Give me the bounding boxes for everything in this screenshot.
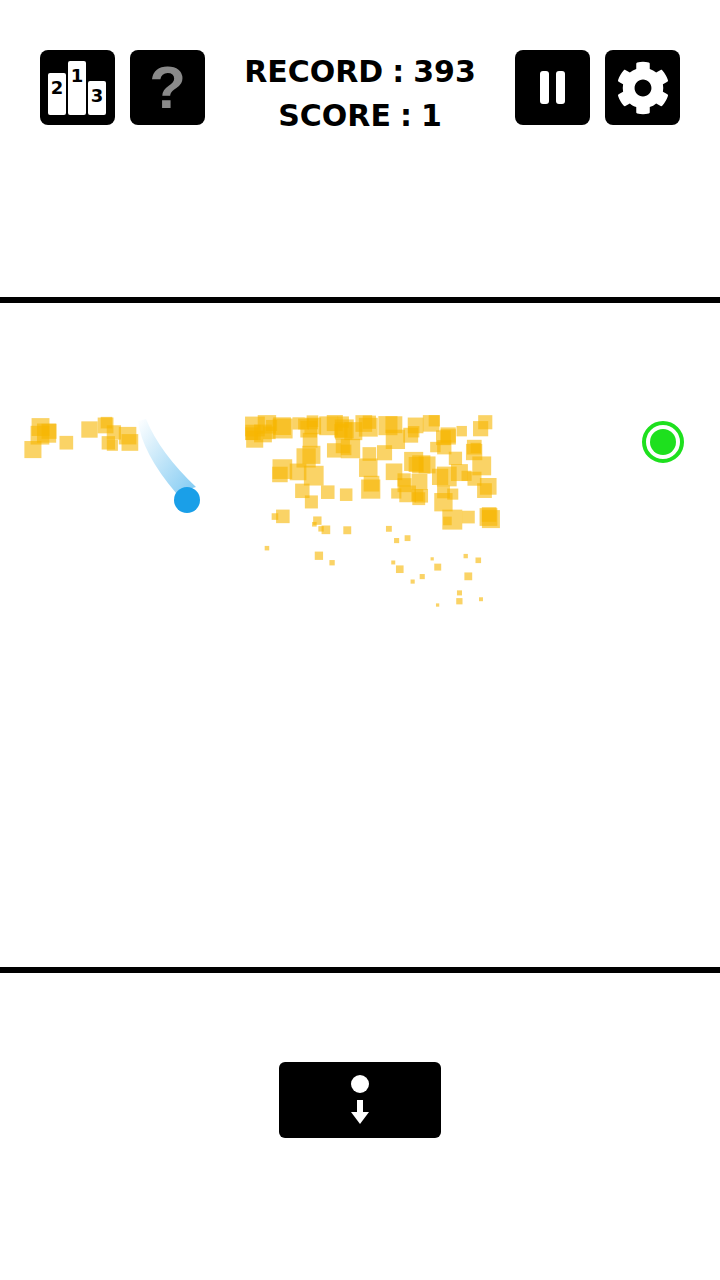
- stat-value: 1: [421, 94, 442, 138]
- ball-trail: [138, 419, 196, 493]
- pause-icon: [515, 50, 590, 125]
- svg-text:3: 3: [91, 85, 104, 106]
- particle: [396, 565, 404, 573]
- particle: [466, 444, 482, 460]
- particle: [340, 488, 353, 501]
- particle: [441, 427, 456, 442]
- stat-line: RECORD:393: [244, 50, 476, 94]
- particle: [305, 495, 318, 508]
- particle: [475, 557, 481, 563]
- game-screen: 213?RECORD:393SCORE:1: [0, 0, 720, 1280]
- particles: [24, 415, 500, 607]
- left-buttons: 213?: [40, 50, 205, 125]
- particle: [412, 492, 425, 505]
- stat-label: SCORE: [278, 94, 391, 138]
- particle: [480, 478, 497, 495]
- leaderboard-button[interactable]: 213: [40, 50, 115, 125]
- particle: [307, 418, 318, 429]
- stat-label: RECORD: [244, 50, 383, 94]
- particle: [81, 421, 97, 437]
- particle: [276, 510, 290, 524]
- particle: [327, 443, 341, 457]
- particle: [391, 560, 395, 564]
- particle: [329, 560, 334, 565]
- ball: [174, 487, 200, 513]
- stat-separator: :: [400, 94, 412, 138]
- particle: [312, 522, 317, 527]
- particle: [434, 564, 441, 571]
- particle: [322, 525, 331, 534]
- svg-text:2: 2: [51, 77, 64, 98]
- particle: [101, 417, 113, 429]
- help-button[interactable]: ?: [130, 50, 205, 125]
- particle: [258, 415, 276, 433]
- drop-ball-icon: [340, 1068, 380, 1132]
- particle: [386, 463, 403, 480]
- target: [644, 423, 682, 461]
- pause-button[interactable]: [515, 50, 590, 125]
- particle: [456, 426, 466, 436]
- particle: [362, 447, 376, 461]
- particle: [265, 546, 270, 551]
- particle: [436, 603, 439, 606]
- particle: [420, 574, 425, 579]
- svg-text:1: 1: [71, 65, 84, 86]
- particle: [479, 597, 483, 601]
- stat-separator: :: [392, 50, 404, 94]
- particle: [335, 422, 352, 439]
- controls: [0, 973, 720, 1138]
- particle: [60, 436, 74, 450]
- particle: [341, 445, 352, 456]
- particle: [404, 452, 423, 471]
- particle: [478, 415, 492, 429]
- drop-button[interactable]: [279, 1062, 441, 1138]
- particle: [464, 554, 468, 558]
- particle: [315, 552, 323, 560]
- play-field[interactable]: [0, 297, 720, 973]
- game-canvas[interactable]: [0, 303, 720, 967]
- particle: [321, 485, 335, 499]
- particle: [355, 415, 372, 432]
- particle: [449, 452, 462, 465]
- particle: [408, 426, 419, 437]
- gear-icon: [616, 61, 670, 115]
- particle: [462, 511, 475, 524]
- particle: [272, 467, 288, 483]
- particle: [456, 598, 462, 604]
- particle: [412, 474, 428, 490]
- podium-icon: 213: [40, 50, 115, 125]
- particle: [343, 526, 351, 534]
- help-icon: ?: [149, 58, 186, 118]
- particle: [423, 415, 440, 432]
- particle: [457, 590, 462, 595]
- particle: [480, 508, 498, 526]
- particle: [405, 535, 411, 541]
- particle: [296, 448, 315, 467]
- particle: [378, 416, 397, 435]
- right-buttons: [515, 50, 680, 125]
- particle: [434, 493, 452, 511]
- particle: [411, 579, 415, 583]
- stat-value: 393: [413, 50, 476, 94]
- settings-button[interactable]: [605, 50, 680, 125]
- toolbar: 213?RECORD:393SCORE:1: [0, 0, 720, 297]
- particle: [394, 538, 399, 543]
- stat-line: SCORE:1: [278, 94, 442, 138]
- particle: [443, 517, 452, 526]
- particle: [119, 427, 137, 445]
- stats: RECORD:393SCORE:1: [244, 50, 476, 138]
- particle: [386, 526, 392, 532]
- particle: [430, 442, 440, 452]
- particle: [437, 467, 457, 487]
- particle: [364, 476, 380, 492]
- particle: [266, 420, 277, 431]
- particle: [31, 426, 50, 445]
- particle: [107, 440, 118, 451]
- particle: [304, 466, 324, 486]
- particle: [359, 458, 377, 476]
- particle: [442, 510, 462, 530]
- particle: [464, 572, 472, 580]
- particle: [341, 439, 360, 458]
- particle: [431, 557, 434, 560]
